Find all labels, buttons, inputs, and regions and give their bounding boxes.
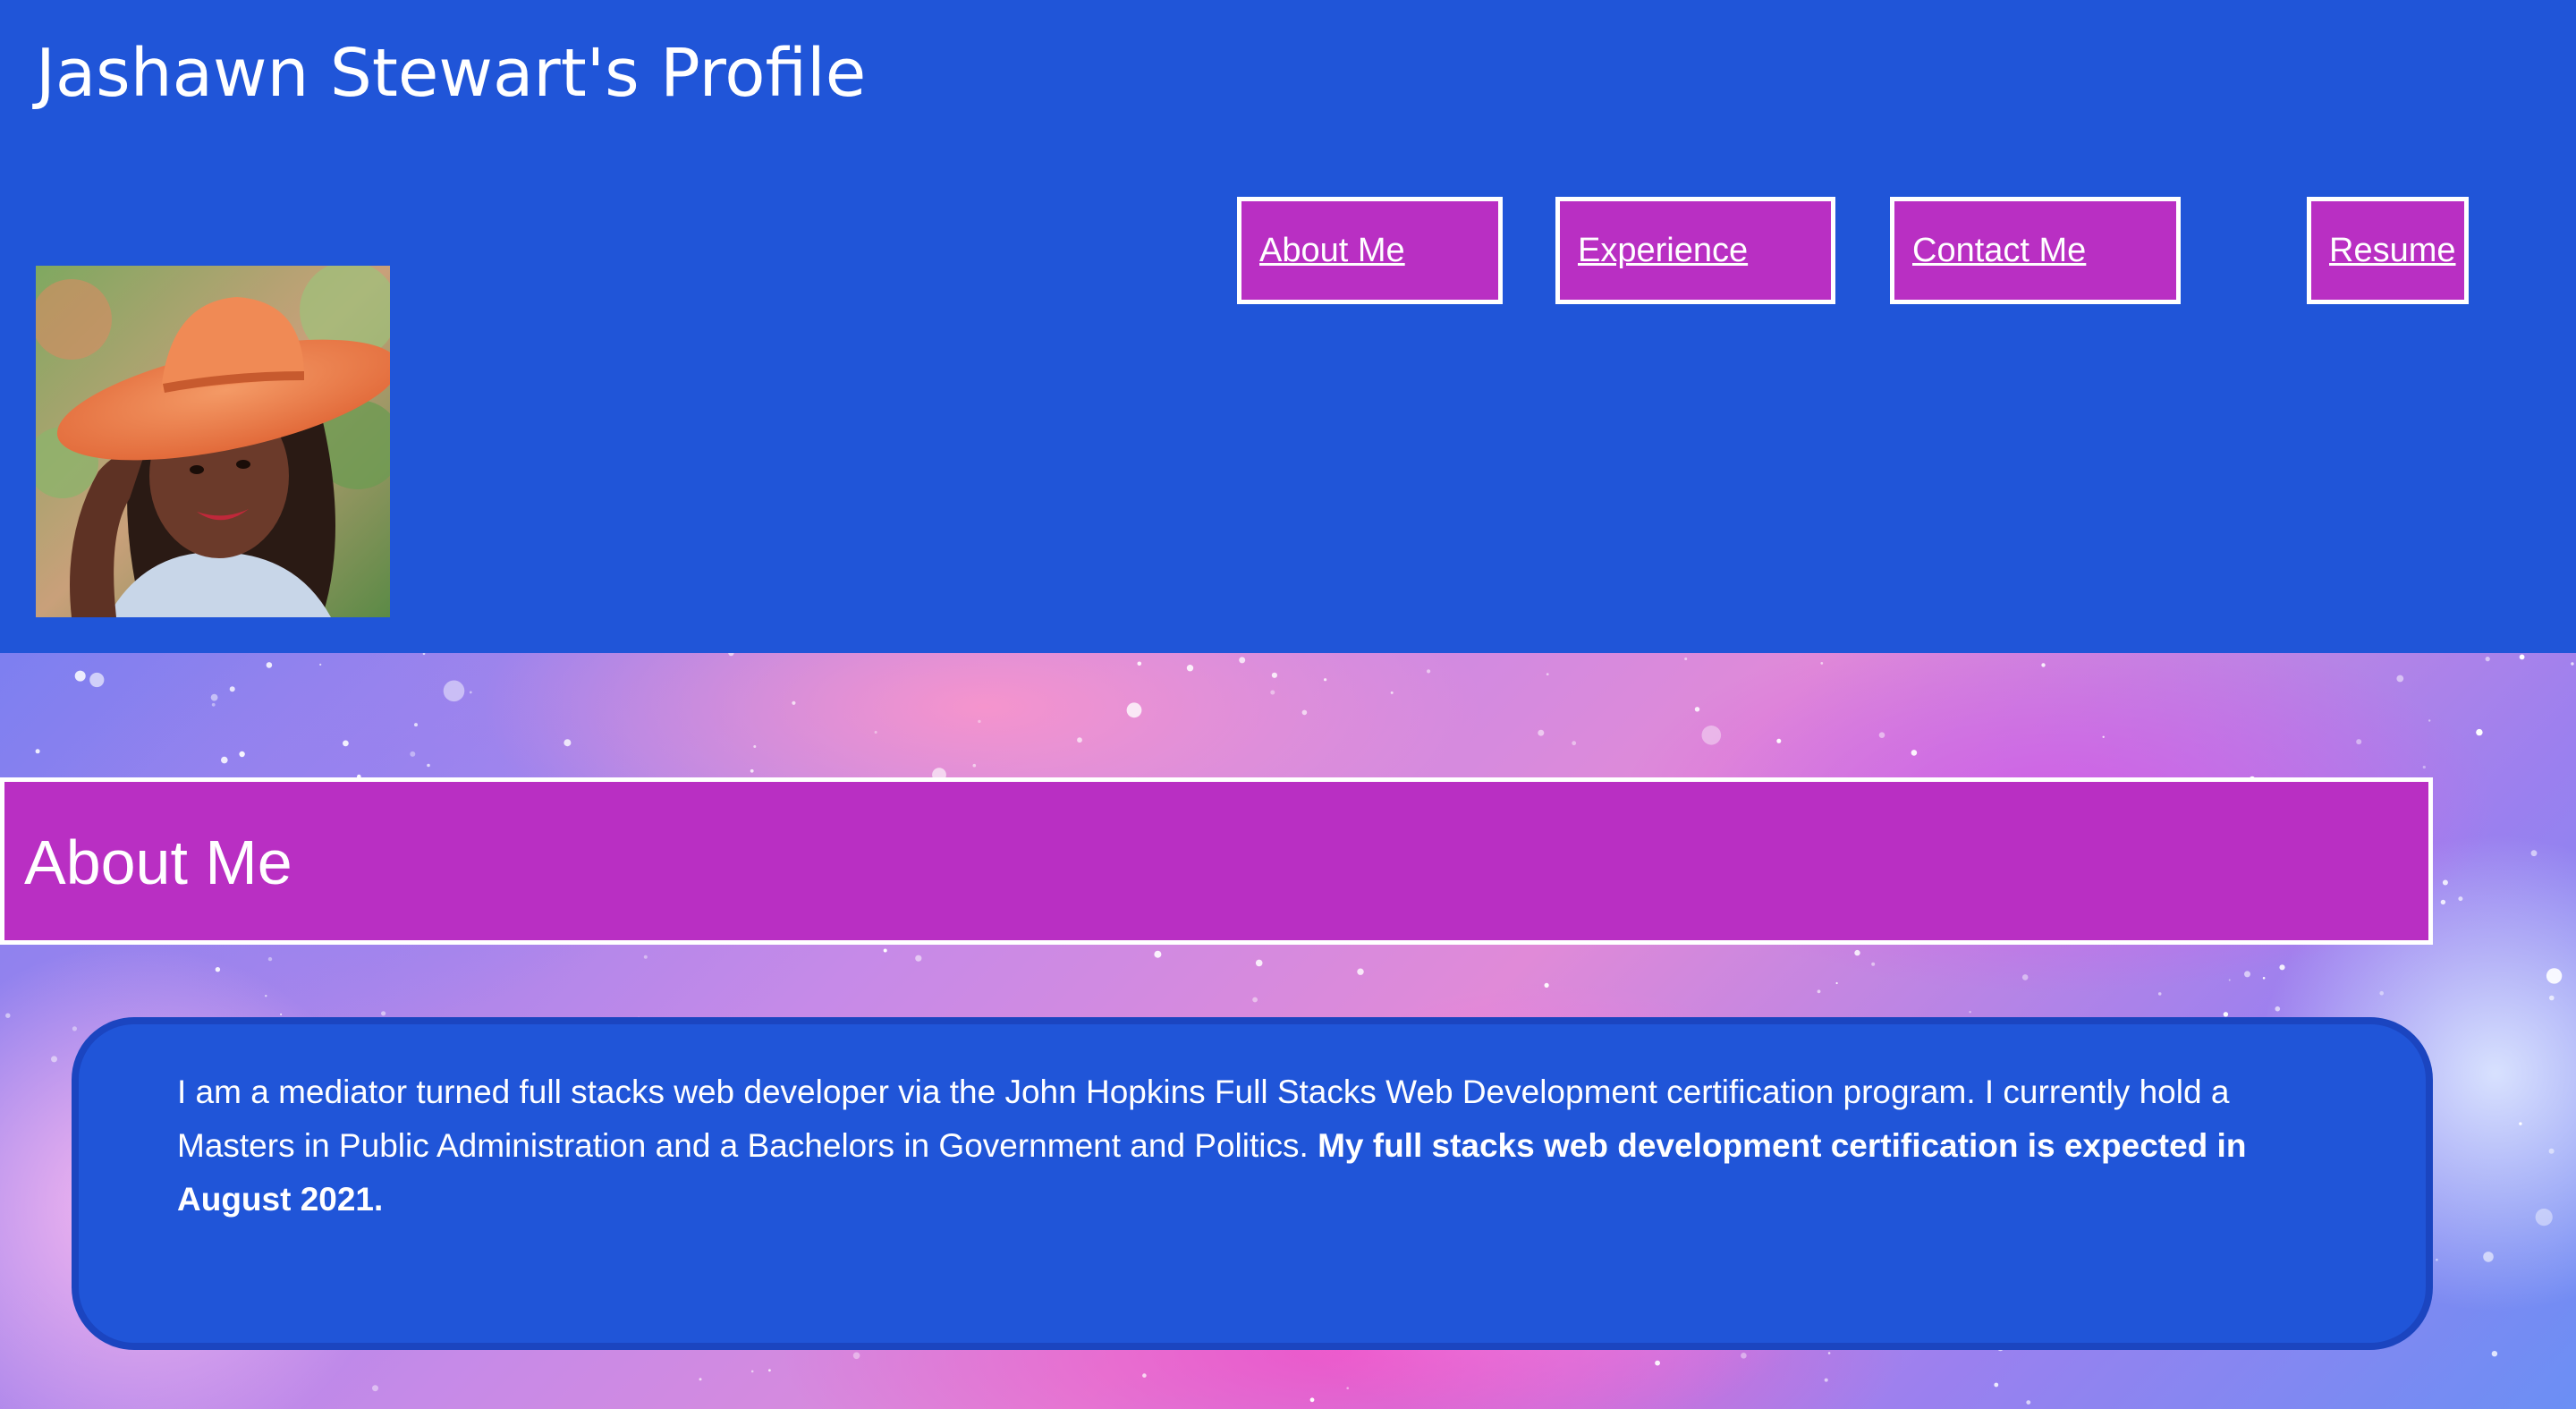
nav-about-me-button[interactable]: About Me — [1237, 197, 1503, 304]
avatar — [36, 266, 390, 617]
nav-contact-me-link[interactable]: Contact Me — [1894, 232, 2086, 270]
nav-resume-link[interactable]: Resume — [2311, 232, 2456, 270]
bio-paragraph: I am a mediator turned full stacks web d… — [177, 1065, 2327, 1227]
bio-card: I am a mediator turned full stacks web d… — [72, 1017, 2433, 1350]
nav-experience-button[interactable]: Experience — [1555, 197, 1835, 304]
profile-photo-image — [36, 266, 390, 617]
nav-about-me-link[interactable]: About Me — [1241, 232, 1405, 270]
about-me-section-header: About Me — [0, 777, 2433, 945]
nav-contact-me-button[interactable]: Contact Me — [1890, 197, 2181, 304]
nav-experience-link[interactable]: Experience — [1560, 232, 1748, 270]
page-title: Jashawn Stewart's Profile — [36, 35, 867, 112]
about-me-heading: About Me — [24, 828, 292, 897]
nav-resume-button[interactable]: Resume — [2307, 197, 2469, 304]
site-header: Jashawn Stewart's Profile About Me Exper… — [0, 0, 2576, 653]
